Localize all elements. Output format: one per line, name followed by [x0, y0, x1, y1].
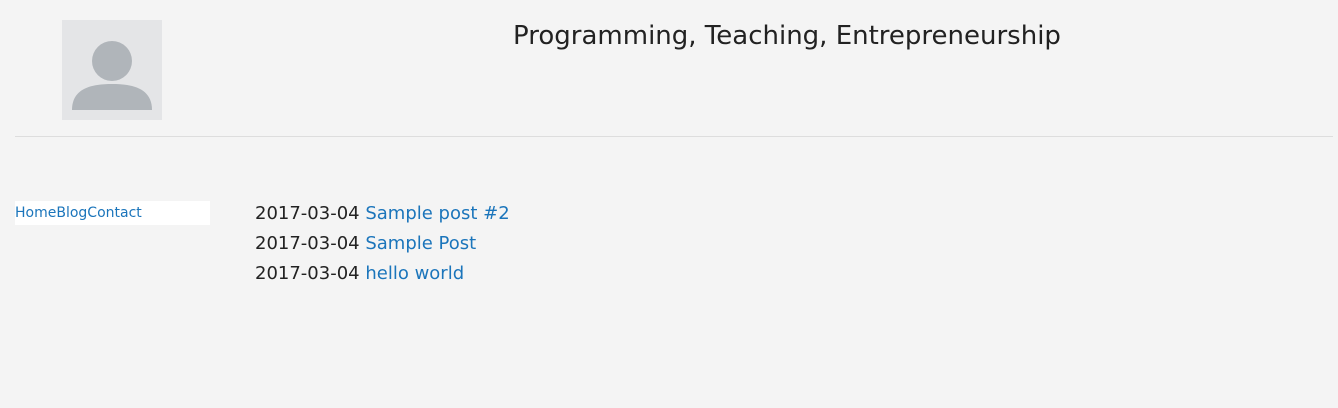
post-link[interactable]: hello world [365, 263, 464, 284]
post-date: 2017-03-04 [255, 233, 360, 254]
post-link[interactable]: Sample post #2 [365, 203, 509, 224]
site-header: Programming, Teaching, Entrepreneurship [0, 0, 1338, 136]
post-link[interactable]: Sample Post [365, 233, 476, 254]
nav-link-contact[interactable]: Contact [87, 205, 141, 221]
post-date: 2017-03-04 [255, 203, 360, 224]
user-silhouette-icon [72, 41, 152, 110]
nav-link-home[interactable]: Home [15, 205, 56, 221]
avatar [62, 20, 162, 120]
header-divider [15, 136, 1333, 137]
list-item: 2017-03-04 Sample Post [255, 229, 510, 259]
post-list: 2017-03-04 Sample post #2 2017-03-04 Sam… [255, 199, 510, 289]
list-item: 2017-03-04 Sample post #2 [255, 199, 510, 229]
site-title: Programming, Teaching, Entrepreneurship [513, 21, 1061, 51]
nav-link-blog[interactable]: Blog [56, 205, 87, 221]
main-nav: HomeBlogContact [15, 201, 210, 225]
list-item: 2017-03-04 hello world [255, 259, 510, 289]
post-date: 2017-03-04 [255, 263, 360, 284]
